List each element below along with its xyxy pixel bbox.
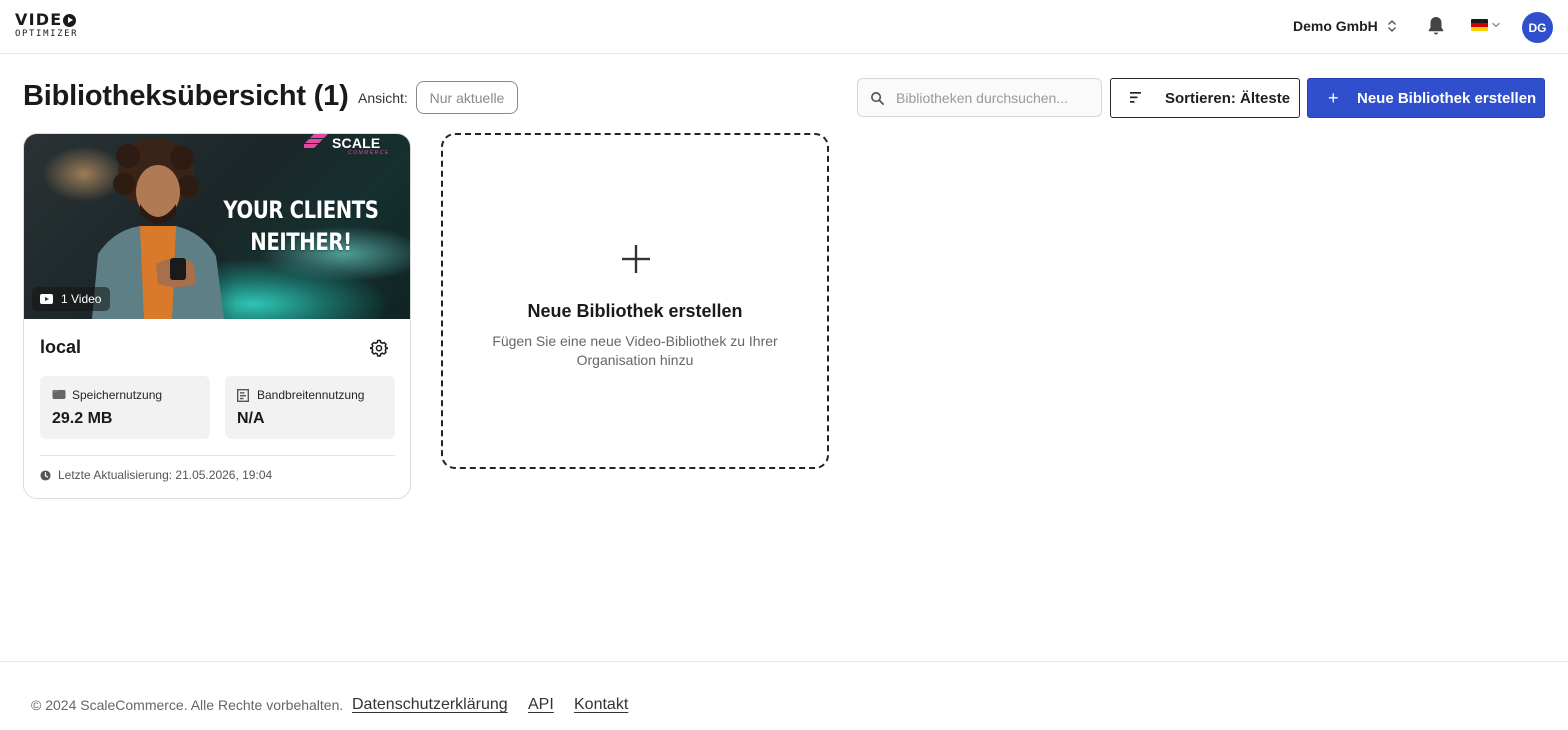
- library-card[interactable]: SCALE COMMERCE YOUR CLIENTS NEITHER! 1 V…: [23, 133, 411, 499]
- create-library-button[interactable]: + Neue Bibliothek erstellen: [1307, 78, 1545, 118]
- library-search: [857, 78, 1102, 117]
- bandwidth-label: Bandbreitennutzung: [257, 388, 365, 402]
- library-thumbnail: SCALE COMMERCE YOUR CLIENTS NEITHER! 1 V…: [24, 134, 410, 319]
- storage-value: 29.2 MB: [52, 410, 113, 427]
- video-count-badge: 1 Video: [32, 287, 111, 311]
- logo-wordmark-bottom: OPTIMIZER: [15, 29, 79, 39]
- search-icon: [871, 92, 884, 105]
- copyright-text: © 2024 ScaleCommerce. Alle Rechte vorbeh…: [31, 697, 344, 713]
- top-navigation-bar: VIDE OPTIMIZER Demo GmbH DG: [0, 0, 1568, 54]
- brand-logo: SCALE COMMERCE: [304, 134, 388, 160]
- clock-icon: [40, 469, 51, 481]
- notification-bell-icon[interactable]: [1424, 14, 1448, 38]
- bandwidth-icon: [237, 389, 249, 402]
- api-link[interactable]: API: [528, 696, 554, 714]
- view-label: Ansicht:: [358, 90, 408, 106]
- last-updated-text: Letzte Aktualisierung: 21.05.2026, 19:04: [58, 468, 273, 482]
- headline-line-1: YOUR CLIENTS: [223, 196, 379, 224]
- gear-icon[interactable]: [370, 339, 388, 357]
- page-footer: © 2024 ScaleCommerce. Alle Rechte vorbeh…: [0, 661, 1568, 730]
- bandwidth-value: N/A: [237, 410, 265, 427]
- view-filter-button[interactable]: Nur aktuelle: [416, 81, 518, 114]
- create-library-card[interactable]: Neue Bibliothek erstellen Fügen Sie eine…: [441, 133, 829, 469]
- brand-name: SCALE: [332, 135, 381, 151]
- brand-subtitle: COMMERCE: [348, 150, 390, 156]
- language-selector[interactable]: [1471, 19, 1501, 31]
- page-title: Bibliotheksübersicht (1): [23, 80, 349, 112]
- library-name: local: [40, 337, 82, 357]
- sort-button[interactable]: Sortieren: Älteste: [1110, 78, 1300, 118]
- logo-play-icon: [63, 13, 77, 27]
- bandwidth-usage-stat: Bandbreitennutzung N/A: [225, 376, 395, 439]
- contact-link[interactable]: Kontakt: [574, 696, 628, 714]
- plus-icon: [622, 245, 650, 273]
- storage-label: Speichernutzung: [72, 388, 163, 402]
- card-divider: [40, 455, 395, 456]
- sort-icon: [1130, 92, 1141, 103]
- create-library-card-description: Fügen Sie eine neue Video-Bibliothek zu …: [492, 333, 778, 368]
- logo-wordmark-top: VIDE: [15, 10, 63, 29]
- organization-switcher[interactable]: Demo GmbH: [1293, 18, 1397, 34]
- storage-usage-stat: Speichernutzung 29.2 MB: [40, 376, 210, 439]
- user-avatar[interactable]: DG: [1522, 12, 1553, 43]
- create-library-card-title: Neue Bibliothek erstellen: [527, 301, 743, 321]
- app-logo[interactable]: VIDE OPTIMIZER: [15, 10, 79, 40]
- plus-icon: +: [1328, 88, 1339, 108]
- video-count: 1 Video: [61, 292, 102, 306]
- sort-label: Sortieren: Älteste: [1165, 90, 1291, 107]
- headline-line-2: NEITHER!: [250, 228, 352, 256]
- chevron-down-icon: [1492, 22, 1500, 28]
- create-library-label: Neue Bibliothek erstellen: [1357, 90, 1537, 107]
- brand-stripes-icon: [304, 134, 328, 148]
- storage-icon: [52, 390, 66, 399]
- search-input[interactable]: [858, 79, 1101, 116]
- organization-name: Demo GmbH: [1293, 18, 1378, 34]
- thumbnail-headline: YOUR CLIENTS NEITHER!: [210, 194, 392, 258]
- chevron-up-down-icon: [1388, 20, 1396, 32]
- de-flag-icon: [1471, 19, 1488, 31]
- video-icon: [40, 294, 53, 304]
- last-updated: Letzte Aktualisierung: 21.05.2026, 19:04: [40, 468, 272, 482]
- privacy-policy-link[interactable]: Datenschutzerklärung: [352, 696, 508, 714]
